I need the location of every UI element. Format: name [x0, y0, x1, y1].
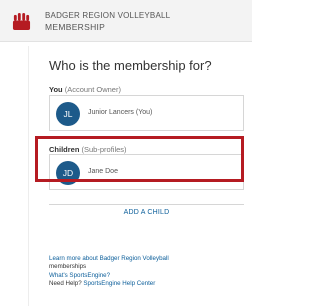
you-label: You	[49, 85, 63, 94]
page-title: Who is the membership for?	[49, 58, 212, 73]
help-center-link[interactable]: SportsEngine Help Center	[83, 280, 155, 287]
add-child-button[interactable]: ADD A CHILD	[49, 204, 244, 218]
owner-profile-option[interactable]: JL Junior Lancers (You)	[49, 95, 244, 131]
learn-more-link-continued[interactable]: memberships	[49, 263, 244, 271]
footer-links: Learn more about Badger Region Volleybal…	[49, 255, 244, 288]
avatar: JL	[56, 102, 80, 126]
profile-name: Junior Lancers (You)	[88, 109, 153, 116]
you-hint: (Account Owner)	[64, 85, 121, 94]
org-name: BADGER REGION VOLLEYBALL	[45, 11, 171, 20]
learn-more-link[interactable]: Learn more about Badger Region Volleybal…	[49, 255, 244, 263]
app-header: BADGER REGION VOLLEYBALL MEMBERSHIP	[0, 0, 252, 42]
highlight-annotation-box	[35, 136, 244, 182]
page-subtitle: MEMBERSHIP	[45, 22, 106, 32]
bear-paw-logo-icon	[12, 12, 31, 31]
you-section-label: You (Account Owner)	[49, 85, 121, 94]
whats-sportsengine-link[interactable]: What's SportsEngine?	[49, 272, 244, 280]
need-help-label: Need Help?	[49, 279, 82, 287]
